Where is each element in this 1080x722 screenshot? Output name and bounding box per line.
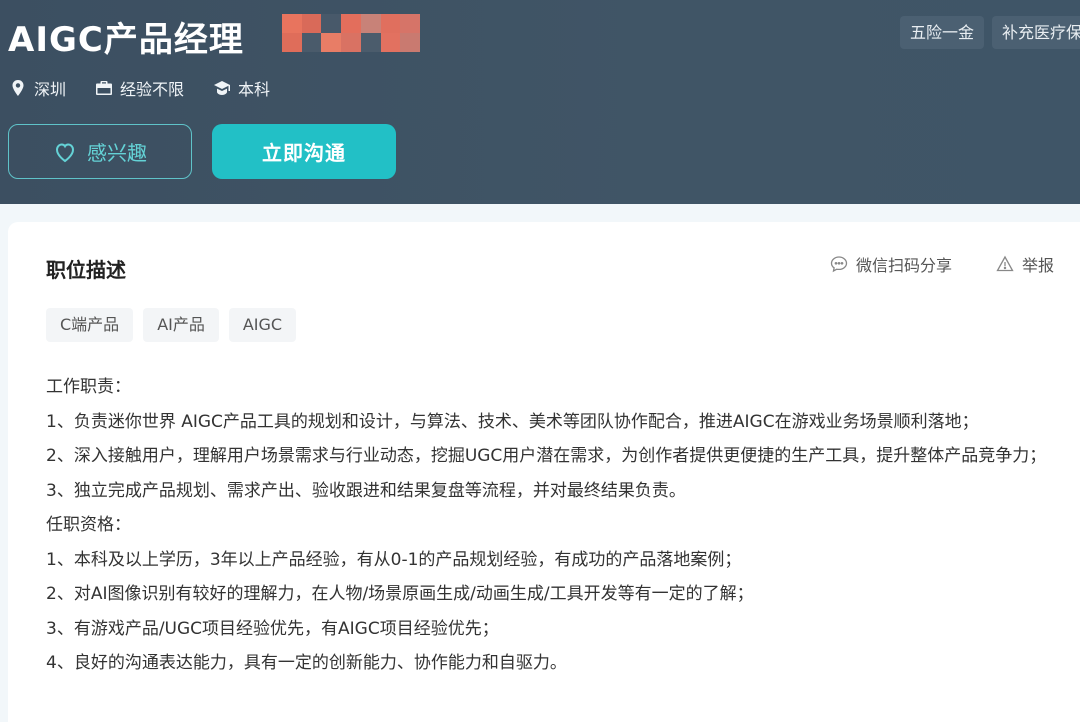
job-title: AIGC产品经理 xyxy=(8,20,244,60)
chat-now-button[interactable]: 立即沟通 xyxy=(212,124,396,179)
heart-icon xyxy=(55,142,75,162)
briefcase-icon xyxy=(96,81,113,95)
report-label: 举报 xyxy=(1022,256,1055,275)
description-line: 2、对AI图像识别有较好的理解力，在人物/场景原画生成/动画生成/工具开发等有一… xyxy=(46,584,754,604)
description-line: 4、良好的沟通表达能力，具有一定的创新能力、协作能力和自驱力。 xyxy=(46,653,567,673)
interest-label: 感兴趣 xyxy=(87,143,147,165)
description-line: 2、深入接触用户，理解用户场景需求与行业动态，挖掘UGC用户潜在需求，为创作者提… xyxy=(46,446,1047,466)
description-line: 任职资格： xyxy=(46,515,131,535)
wechat-share-link[interactable]: 微信扫码分享 xyxy=(830,252,952,276)
section-title: 职位描述 xyxy=(46,258,126,282)
experience: 经验不限 xyxy=(96,76,184,100)
job-description-text: 工作职责： 1、负责迷你世界 AIGC产品工具的规划和设计，与算法、技术、美术等… xyxy=(46,370,1066,681)
skill-tags: C端产品 AI产品 AIGC xyxy=(46,308,297,342)
description-line: 1、负责迷你世界 AIGC产品工具的规划和设计，与算法、技术、美术等团队协作配合… xyxy=(46,411,979,432)
education: 本科 xyxy=(214,76,270,100)
share-label: 微信扫码分享 xyxy=(856,256,953,275)
benefit-tags: 五险一金 补充医疗保险 xyxy=(900,16,1080,49)
experience-text: 经验不限 xyxy=(120,80,185,99)
location: 深圳 xyxy=(10,76,66,100)
description-line: 3、独立完成产品规划、需求产出、验收跟进和结果复盘等流程，并对最终结果负责。 xyxy=(46,480,686,501)
report-link[interactable]: 举报 xyxy=(996,252,1054,276)
skill-tag: AI产品 xyxy=(143,308,219,342)
description-line: 3、有游戏产品/UGC项目经验优先，有AIGC项目经验优先； xyxy=(46,618,499,639)
graduation-cap-icon xyxy=(214,81,231,95)
skill-tag: C端产品 xyxy=(46,308,134,342)
job-meta: 深圳 经验不限 本科 xyxy=(10,76,270,100)
description-line: 1、本科及以上学历，3年以上产品经验，有从0-1的产品规划经验，有成功的产品落地… xyxy=(46,549,742,570)
education-text: 本科 xyxy=(238,80,271,99)
location-pin-icon xyxy=(12,80,24,96)
warning-icon xyxy=(996,255,1014,272)
skill-tag: AIGC xyxy=(228,308,297,342)
benefit-tag: 五险一金 xyxy=(900,16,985,49)
job-description-card: 职位描述 微信扫码分享 举报 C端产品 AI产品 AIGC 工作职责： 1、负责… xyxy=(8,222,1080,722)
chat-bubble-icon xyxy=(830,256,848,273)
description-line: 工作职责： xyxy=(46,377,131,397)
benefit-tag: 补充医疗保险 xyxy=(992,16,1080,49)
job-header: AIGC产品经理 五险一金 补充医疗保险 深圳 经验不限 本科 感兴趣 立即沟通 xyxy=(0,0,1080,204)
location-text: 深圳 xyxy=(34,80,67,99)
salary-blurred xyxy=(282,14,420,52)
interest-button[interactable]: 感兴趣 xyxy=(8,124,192,179)
